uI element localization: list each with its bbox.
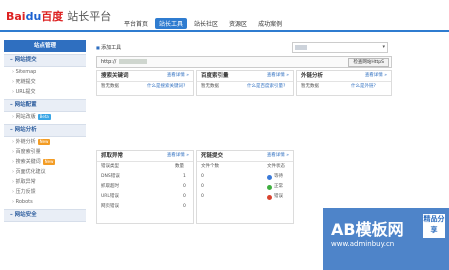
error-count: 1 bbox=[183, 174, 186, 179]
check-https-button[interactable]: 检查网站HttpS bbox=[348, 58, 389, 67]
table-row: 0 等待 bbox=[197, 172, 293, 182]
logo-text-cn: 百度 bbox=[41, 10, 64, 23]
sidebar-item-links[interactable]: 外链分析New bbox=[4, 137, 86, 147]
table-row: 0 错误 bbox=[197, 192, 293, 202]
sidebar-item-url-submit[interactable]: URL提交 bbox=[4, 87, 86, 97]
panel-title: 搜索关键词 bbox=[101, 73, 129, 79]
add-tools-link[interactable]: 添加工具 bbox=[96, 44, 121, 51]
ok-status-icon bbox=[267, 184, 272, 190]
sidebar-group-security[interactable]: 网站安全 bbox=[4, 209, 86, 222]
no-data-text: 暂无数据 bbox=[201, 84, 219, 89]
column-header: 错误类型 bbox=[101, 164, 119, 169]
beta-badge: Beta bbox=[37, 114, 51, 120]
new-badge: New bbox=[37, 139, 51, 145]
file-count: 0 bbox=[201, 194, 204, 199]
sidebar-item-label: 网站改版 bbox=[15, 114, 36, 120]
sidebar-item-crawl-errors[interactable]: 抓取异常 bbox=[4, 177, 86, 187]
sidebar-group-analysis[interactable]: 网站分析 bbox=[4, 124, 86, 137]
error-type: 网页错误 bbox=[101, 204, 119, 209]
error-type: URL错误 bbox=[101, 194, 119, 199]
top-nav: 平台首页 站长工具 站长社区 资源区 成功案例 bbox=[120, 18, 286, 29]
site-select-value bbox=[295, 45, 307, 50]
view-details-link[interactable]: 查看详情 » bbox=[267, 151, 289, 161]
error-count: 0 bbox=[183, 204, 186, 209]
nav-home[interactable]: 平台首页 bbox=[120, 18, 152, 29]
logo-text-du: du bbox=[25, 10, 42, 23]
watermark-badge: 精品分享 bbox=[423, 214, 445, 238]
error-type: DNS错误 bbox=[101, 174, 120, 179]
watermark-url: www.adminbuy.cn bbox=[331, 240, 395, 248]
no-data-text: 暂无数据 bbox=[301, 84, 319, 89]
help-link[interactable]: 什么是百度索引量? bbox=[247, 82, 285, 92]
table-row: 网页错误 0 bbox=[97, 202, 193, 212]
help-link[interactable]: 什么是外链? bbox=[351, 82, 376, 92]
view-details-link[interactable]: 查看详情 » bbox=[167, 71, 189, 81]
panel-title: 外链分析 bbox=[301, 73, 324, 79]
chevron-down-icon: ▾ bbox=[382, 44, 385, 50]
panel-title: 抓取异常 bbox=[101, 153, 124, 159]
view-details-link[interactable]: 查看详情 » bbox=[167, 151, 189, 161]
file-count: 0 bbox=[201, 174, 204, 179]
sidebar-group-config[interactable]: 网站配置 bbox=[4, 99, 86, 112]
sidebar-item-index[interactable]: 百度索引量 bbox=[4, 147, 86, 157]
sidebar-item-deadlink[interactable]: 死链提交 bbox=[4, 77, 86, 87]
file-status: 正常 bbox=[274, 184, 283, 189]
panel-title: 百度索引量 bbox=[201, 73, 229, 79]
file-status: 等待 bbox=[274, 174, 283, 179]
sidebar-item-sitemap[interactable]: Sitemap bbox=[4, 67, 86, 77]
table-row: DNS错误 1 bbox=[97, 172, 193, 182]
sidebar-item-label: 搜索关键词 bbox=[15, 159, 41, 165]
sidebar-item-optimize[interactable]: 页面优化建议 bbox=[4, 167, 86, 177]
column-header: 数量 bbox=[175, 164, 184, 169]
new-badge: New bbox=[42, 159, 56, 165]
table-row: URL错误 0 bbox=[97, 192, 193, 202]
column-header: 文件个数 bbox=[201, 164, 219, 169]
sidebar-group-submit[interactable]: 网站提交 bbox=[4, 54, 86, 67]
url-value bbox=[119, 59, 147, 64]
sidebar-item-pressure[interactable]: 压力反馈 bbox=[4, 187, 86, 197]
help-link[interactable]: 什么是搜索关键词? bbox=[147, 82, 185, 92]
no-data-text: 暂无数据 bbox=[101, 84, 119, 89]
baidu-logo[interactable]: Baidu百度 站长平台 bbox=[6, 8, 111, 24]
table-row: 0 正常 bbox=[197, 182, 293, 192]
error-status-icon bbox=[267, 194, 272, 200]
logo-text-bai: Bai bbox=[6, 10, 26, 23]
waiting-status-icon bbox=[267, 174, 272, 180]
error-count: 0 bbox=[183, 184, 186, 189]
panel-title: 死链提交 bbox=[201, 153, 224, 159]
file-status: 错误 bbox=[274, 194, 283, 199]
deadlink-submit-panel: 死链提交 查看详情 » 文件个数 文件状态 0 等待 0 正常 0 错误 bbox=[196, 150, 294, 224]
nav-resources[interactable]: 资源区 bbox=[225, 18, 251, 29]
sidebar-item-keywords[interactable]: 搜索关键词New bbox=[4, 157, 86, 167]
top-header: Baidu百度 站长平台 平台首页 站长工具 站长社区 资源区 成功案例 bbox=[0, 0, 449, 30]
column-header: 文件状态 bbox=[267, 164, 285, 169]
logo-site-name: 站长平台 bbox=[67, 10, 112, 23]
sidebar-item-revision[interactable]: 网站改版Beta bbox=[4, 112, 86, 122]
sidebar-item-label: 外链分析 bbox=[15, 139, 36, 145]
error-type: 抓取超时 bbox=[101, 184, 119, 189]
keywords-panel: 搜索关键词 查看详情 » 暂无数据 什么是搜索关键词? bbox=[96, 70, 194, 96]
nav-cases[interactable]: 成功案例 bbox=[254, 18, 286, 29]
watermark-title: AB模板网 bbox=[331, 220, 404, 239]
table-row: 抓取超时 0 bbox=[97, 182, 193, 192]
watermark: AB模板网 www.adminbuy.cn 精品分享 bbox=[323, 208, 449, 270]
view-details-link[interactable]: 查看详情 » bbox=[267, 71, 289, 81]
sidebar: 站点管理 网站提交 Sitemap 死链提交 URL提交 网站配置 网站改版Be… bbox=[4, 40, 86, 222]
sidebar-section-title: 站点管理 bbox=[4, 40, 86, 52]
file-count: 0 bbox=[201, 184, 204, 189]
http-label: http:// bbox=[101, 59, 117, 65]
site-select[interactable]: ▾ bbox=[292, 42, 388, 53]
links-panel: 外链分析 查看详情 » 暂无数据 什么是外链? bbox=[296, 70, 392, 96]
url-bar: http:// 检查网站HttpS bbox=[96, 56, 392, 68]
nav-community[interactable]: 站长社区 bbox=[190, 18, 222, 29]
index-panel: 百度索引量 查看详情 » 暂无数据 什么是百度索引量? bbox=[196, 70, 294, 96]
sidebar-item-robots[interactable]: Robots bbox=[4, 197, 86, 207]
nav-divider bbox=[0, 30, 449, 32]
crawl-errors-panel: 抓取异常 查看详情 » 错误类型 数量 DNS错误 1 抓取超时 0 URL错误 0 网页… bbox=[96, 150, 194, 224]
error-count: 0 bbox=[183, 194, 186, 199]
nav-tools[interactable]: 站长工具 bbox=[155, 18, 188, 29]
view-details-link[interactable]: 查看详情 » bbox=[365, 71, 387, 81]
